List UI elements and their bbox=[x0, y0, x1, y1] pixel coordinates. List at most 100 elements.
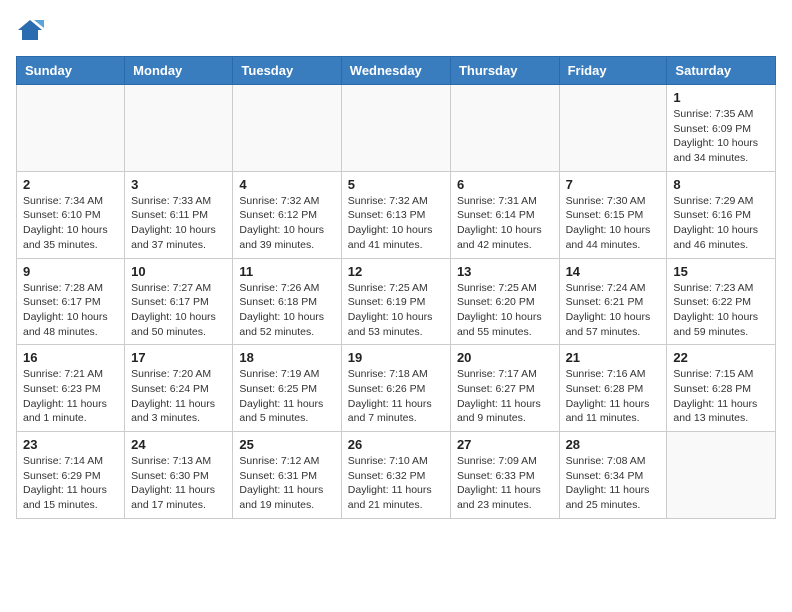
calendar-cell: 16 Sunrise: 7:21 AM Sunset: 6:23 PM Dayli… bbox=[17, 345, 125, 432]
day-info: Sunrise: 7:12 AM Sunset: 6:31 PM Dayligh… bbox=[239, 454, 334, 513]
day-number: 26 bbox=[348, 437, 444, 452]
calendar-cell: 6 Sunrise: 7:31 AM Sunset: 6:14 PM Daylig… bbox=[450, 171, 559, 258]
day-number: 23 bbox=[23, 437, 118, 452]
calendar-cell: 15 Sunrise: 7:23 AM Sunset: 6:22 PM Dayli… bbox=[667, 258, 776, 345]
calendar-cell: 20 Sunrise: 7:17 AM Sunset: 6:27 PM Dayli… bbox=[450, 345, 559, 432]
day-number: 10 bbox=[131, 264, 226, 279]
day-number: 5 bbox=[348, 177, 444, 192]
calendar-cell: 7 Sunrise: 7:30 AM Sunset: 6:15 PM Daylig… bbox=[559, 171, 667, 258]
calendar-cell: 13Sunrise: 7:25 AM Sunset: 6:20 PM Dayli… bbox=[450, 258, 559, 345]
day-number: 4 bbox=[239, 177, 334, 192]
day-info: Sunrise: 7:14 AM Sunset: 6:29 PM Dayligh… bbox=[23, 454, 118, 513]
day-number: 13 bbox=[457, 264, 553, 279]
calendar-cell bbox=[667, 432, 776, 519]
day-info: Sunrise: 7:33 AM Sunset: 6:11 PM Dayligh… bbox=[131, 194, 226, 253]
day-number: 3 bbox=[131, 177, 226, 192]
calendar-cell: 25 Sunrise: 7:12 AM Sunset: 6:31 PM Dayli… bbox=[233, 432, 341, 519]
calendar-header-saturday: Saturday bbox=[667, 57, 776, 85]
day-number: 2 bbox=[23, 177, 118, 192]
day-number: 18 bbox=[239, 350, 334, 365]
day-number: 12 bbox=[348, 264, 444, 279]
day-number: 16 bbox=[23, 350, 118, 365]
calendar-cell: 21 Sunrise: 7:16 AM Sunset: 6:28 PM Dayli… bbox=[559, 345, 667, 432]
calendar-cell: 27 Sunrise: 7:09 AM Sunset: 6:33 PM Dayli… bbox=[450, 432, 559, 519]
day-number: 8 bbox=[673, 177, 769, 192]
day-info: Sunrise: 7:09 AM Sunset: 6:33 PM Dayligh… bbox=[457, 454, 553, 513]
calendar-header-tuesday: Tuesday bbox=[233, 57, 341, 85]
day-info: Sunrise: 7:28 AM Sunset: 6:17 PM Dayligh… bbox=[23, 281, 118, 340]
calendar-cell bbox=[341, 85, 450, 172]
day-info: Sunrise: 7:15 AM Sunset: 6:28 PM Dayligh… bbox=[673, 367, 769, 426]
calendar-cell: 10 Sunrise: 7:27 AM Sunset: 6:17 PM Dayli… bbox=[125, 258, 233, 345]
day-number: 22 bbox=[673, 350, 769, 365]
calendar-cell: 8 Sunrise: 7:29 AM Sunset: 6:16 PM Daylig… bbox=[667, 171, 776, 258]
calendar-cell bbox=[125, 85, 233, 172]
logo bbox=[16, 16, 48, 44]
calendar-header-sunday: Sunday bbox=[17, 57, 125, 85]
calendar-cell: 17 Sunrise: 7:20 AM Sunset: 6:24 PM Dayli… bbox=[125, 345, 233, 432]
day-info: Sunrise: 7:17 AM Sunset: 6:27 PM Dayligh… bbox=[457, 367, 553, 426]
calendar-header-thursday: Thursday bbox=[450, 57, 559, 85]
day-info: Sunrise: 7:31 AM Sunset: 6:14 PM Dayligh… bbox=[457, 194, 553, 253]
day-number: 6 bbox=[457, 177, 553, 192]
day-info: Sunrise: 7:26 AM Sunset: 6:18 PM Dayligh… bbox=[239, 281, 334, 340]
day-info: Sunrise: 7:24 AM Sunset: 6:21 PM Dayligh… bbox=[566, 281, 661, 340]
calendar-cell: 18 Sunrise: 7:19 AM Sunset: 6:25 PM Dayli… bbox=[233, 345, 341, 432]
calendar-header-row: SundayMondayTuesdayWednesdayThursdayFrid… bbox=[17, 57, 776, 85]
calendar-header-monday: Monday bbox=[125, 57, 233, 85]
day-number: 15 bbox=[673, 264, 769, 279]
calendar-cell bbox=[233, 85, 341, 172]
day-info: Sunrise: 7:27 AM Sunset: 6:17 PM Dayligh… bbox=[131, 281, 226, 340]
day-number: 7 bbox=[566, 177, 661, 192]
day-info: Sunrise: 7:32 AM Sunset: 6:12 PM Dayligh… bbox=[239, 194, 334, 253]
day-info: Sunrise: 7:21 AM Sunset: 6:23 PM Dayligh… bbox=[23, 367, 118, 426]
calendar-week-row: 16 Sunrise: 7:21 AM Sunset: 6:23 PM Dayli… bbox=[17, 345, 776, 432]
day-number: 20 bbox=[457, 350, 553, 365]
calendar-cell: 2Sunrise: 7:34 AM Sunset: 6:10 PM Daylig… bbox=[17, 171, 125, 258]
day-info: Sunrise: 7:29 AM Sunset: 6:16 PM Dayligh… bbox=[673, 194, 769, 253]
day-number: 11 bbox=[239, 264, 334, 279]
calendar-cell bbox=[17, 85, 125, 172]
day-info: Sunrise: 7:35 AM Sunset: 6:09 PM Dayligh… bbox=[673, 107, 769, 166]
day-info: Sunrise: 7:23 AM Sunset: 6:22 PM Dayligh… bbox=[673, 281, 769, 340]
calendar-cell: 28 Sunrise: 7:08 AM Sunset: 6:34 PM Dayli… bbox=[559, 432, 667, 519]
calendar-cell: 5 Sunrise: 7:32 AM Sunset: 6:13 PM Daylig… bbox=[341, 171, 450, 258]
day-number: 27 bbox=[457, 437, 553, 452]
day-info: Sunrise: 7:30 AM Sunset: 6:15 PM Dayligh… bbox=[566, 194, 661, 253]
day-info: Sunrise: 7:10 AM Sunset: 6:32 PM Dayligh… bbox=[348, 454, 444, 513]
calendar-cell bbox=[559, 85, 667, 172]
calendar-cell: 22 Sunrise: 7:15 AM Sunset: 6:28 PM Dayli… bbox=[667, 345, 776, 432]
day-info: Sunrise: 7:08 AM Sunset: 6:34 PM Dayligh… bbox=[566, 454, 661, 513]
calendar-cell: 3 Sunrise: 7:33 AM Sunset: 6:11 PM Daylig… bbox=[125, 171, 233, 258]
day-number: 24 bbox=[131, 437, 226, 452]
calendar-cell: 19Sunrise: 7:18 AM Sunset: 6:26 PM Dayli… bbox=[341, 345, 450, 432]
day-info: Sunrise: 7:25 AM Sunset: 6:19 PM Dayligh… bbox=[348, 281, 444, 340]
calendar-cell bbox=[450, 85, 559, 172]
day-number: 17 bbox=[131, 350, 226, 365]
calendar-week-row: 9 Sunrise: 7:28 AM Sunset: 6:17 PM Daylig… bbox=[17, 258, 776, 345]
day-info: Sunrise: 7:18 AM Sunset: 6:26 PM Dayligh… bbox=[348, 367, 444, 426]
day-number: 9 bbox=[23, 264, 118, 279]
calendar-cell: 24Sunrise: 7:13 AM Sunset: 6:30 PM Dayli… bbox=[125, 432, 233, 519]
day-info: Sunrise: 7:16 AM Sunset: 6:28 PM Dayligh… bbox=[566, 367, 661, 426]
logo-icon bbox=[16, 16, 44, 44]
calendar-header-wednesday: Wednesday bbox=[341, 57, 450, 85]
day-number: 28 bbox=[566, 437, 661, 452]
calendar-cell: 4 Sunrise: 7:32 AM Sunset: 6:12 PM Daylig… bbox=[233, 171, 341, 258]
calendar-table: SundayMondayTuesdayWednesdayThursdayFrid… bbox=[16, 56, 776, 519]
calendar-week-row: 2Sunrise: 7:34 AM Sunset: 6:10 PM Daylig… bbox=[17, 171, 776, 258]
calendar-header-friday: Friday bbox=[559, 57, 667, 85]
day-number: 21 bbox=[566, 350, 661, 365]
day-info: Sunrise: 7:32 AM Sunset: 6:13 PM Dayligh… bbox=[348, 194, 444, 253]
calendar-cell: 26 Sunrise: 7:10 AM Sunset: 6:32 PM Dayli… bbox=[341, 432, 450, 519]
day-number: 1 bbox=[673, 90, 769, 105]
page-header bbox=[16, 16, 776, 44]
calendar-cell: 9 Sunrise: 7:28 AM Sunset: 6:17 PM Daylig… bbox=[17, 258, 125, 345]
calendar-cell: 14 Sunrise: 7:24 AM Sunset: 6:21 PM Dayli… bbox=[559, 258, 667, 345]
day-number: 14 bbox=[566, 264, 661, 279]
calendar-cell: 12 Sunrise: 7:25 AM Sunset: 6:19 PM Dayli… bbox=[341, 258, 450, 345]
day-info: Sunrise: 7:20 AM Sunset: 6:24 PM Dayligh… bbox=[131, 367, 226, 426]
day-number: 25 bbox=[239, 437, 334, 452]
calendar-cell: 11 Sunrise: 7:26 AM Sunset: 6:18 PM Dayli… bbox=[233, 258, 341, 345]
day-info: Sunrise: 7:19 AM Sunset: 6:25 PM Dayligh… bbox=[239, 367, 334, 426]
